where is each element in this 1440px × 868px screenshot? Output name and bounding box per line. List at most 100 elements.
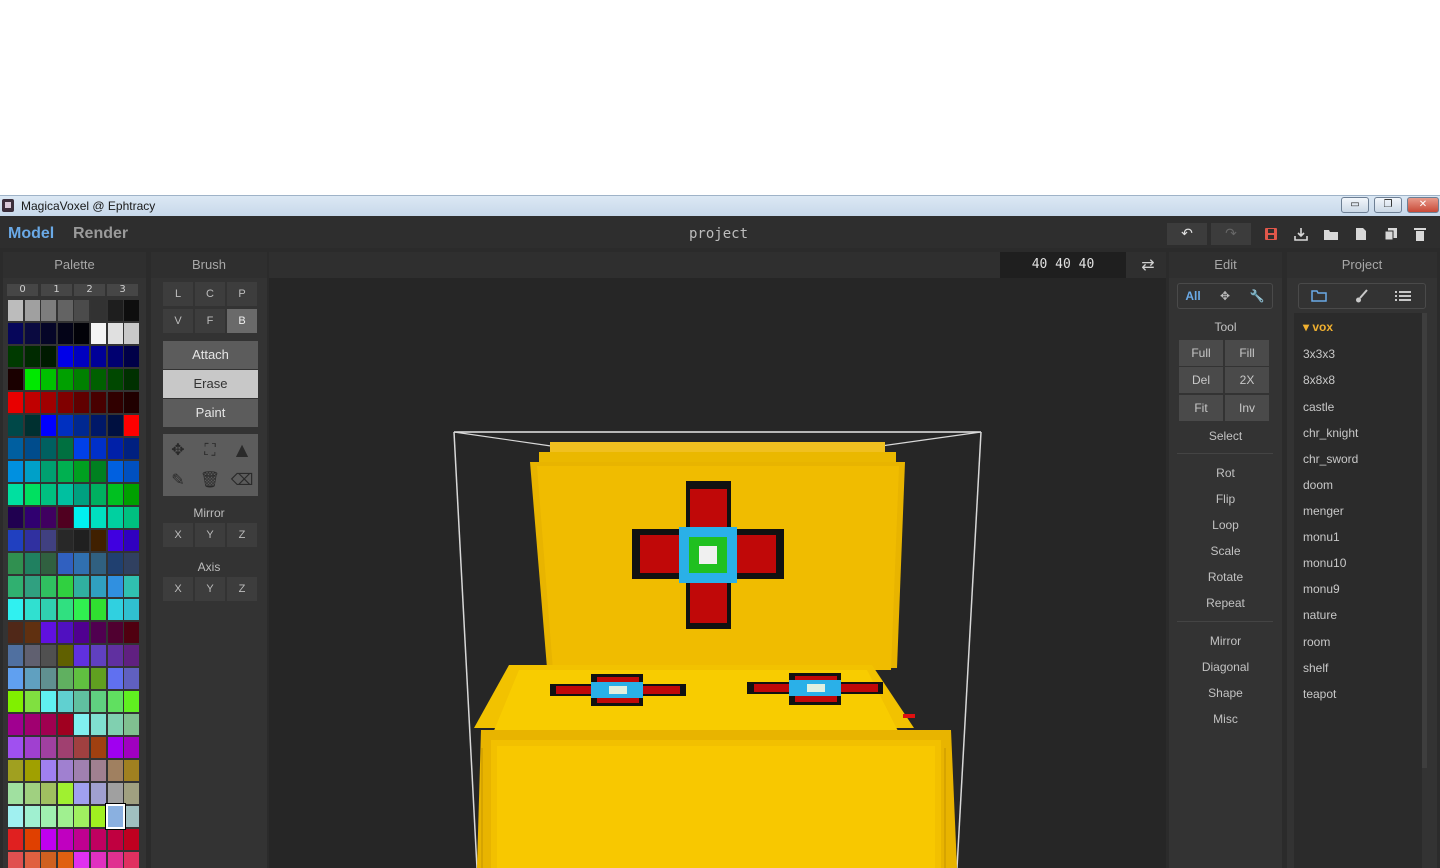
palette-swatch[interactable] — [124, 783, 140, 804]
palette-swatch[interactable] — [8, 484, 23, 505]
undo-button[interactable]: ↶ — [1167, 223, 1207, 245]
palette-swatch[interactable] — [41, 829, 57, 850]
palette-swatch[interactable] — [91, 323, 106, 344]
palette-swatch[interactable] — [91, 852, 106, 868]
palette-swatch[interactable] — [91, 507, 106, 528]
palette-swatch[interactable] — [124, 829, 140, 850]
wrench-icon[interactable]: 🔧 — [1243, 284, 1271, 308]
palette-swatch[interactable] — [41, 507, 57, 528]
palette-swatch[interactable] — [8, 737, 23, 758]
palette-swatch[interactable] — [8, 668, 23, 689]
palette-swatch[interactable] — [107, 737, 123, 758]
palette-swatch[interactable] — [91, 645, 106, 666]
minimize-button[interactable]: ▭ — [1341, 197, 1369, 213]
palette-swatch[interactable] — [74, 599, 90, 620]
eyedropper-icon[interactable]: ✎ — [163, 466, 193, 494]
palette-swatch[interactable] — [74, 576, 90, 597]
palette-swatch[interactable] — [107, 484, 123, 505]
palette-swatch[interactable] — [91, 553, 106, 574]
palette-swatch[interactable] — [107, 392, 123, 413]
palette-swatch[interactable] — [24, 369, 40, 390]
palette-swatch[interactable] — [124, 461, 140, 482]
attach-button[interactable]: Attach — [163, 341, 258, 369]
palette-swatch[interactable] — [74, 300, 90, 321]
palette-swatch[interactable] — [57, 392, 73, 413]
palette-swatch[interactable] — [57, 507, 73, 528]
tool-del[interactable]: Del — [1179, 367, 1223, 393]
select-box-icon[interactable]: ⛶ — [195, 436, 225, 464]
palette-swatch[interactable] — [124, 668, 140, 689]
palette-swatch[interactable] — [8, 553, 23, 574]
palette-swatch[interactable] — [24, 691, 40, 712]
palette-swatch[interactable] — [8, 783, 23, 804]
palette-swatch[interactable] — [91, 438, 106, 459]
palette-swatch[interactable] — [41, 737, 57, 758]
palette-swatch[interactable] — [41, 392, 57, 413]
palette-swatch[interactable] — [41, 783, 57, 804]
move-icon[interactable]: ✥ — [163, 436, 193, 464]
palette-swatch[interactable] — [74, 507, 90, 528]
palette-swatch[interactable] — [74, 691, 90, 712]
palette-swatch[interactable] — [41, 760, 57, 781]
tab-model[interactable]: Model — [8, 225, 54, 243]
palette-swatch[interactable] — [57, 576, 73, 597]
palette-swatch[interactable] — [8, 806, 23, 827]
palette-swatch[interactable] — [74, 415, 90, 436]
palette-swatch[interactable] — [74, 668, 90, 689]
palette-swatch[interactable] — [91, 392, 106, 413]
palette-swatch[interactable] — [41, 300, 57, 321]
palette-swatch[interactable] — [41, 530, 57, 551]
erase-button[interactable]: Erase — [163, 370, 258, 398]
palette-swatch[interactable] — [8, 438, 23, 459]
palette-swatch[interactable] — [57, 369, 73, 390]
palette-swatch[interactable] — [74, 760, 90, 781]
palette-swatch[interactable] — [41, 576, 57, 597]
folder-icon[interactable] — [1303, 284, 1335, 308]
palette-swatch[interactable] — [74, 783, 90, 804]
palette-swatch[interactable] — [107, 300, 123, 321]
palette-swatch[interactable] — [8, 300, 23, 321]
selected-swatch[interactable] — [105, 804, 125, 829]
palette-swatch[interactable] — [24, 668, 40, 689]
palette-swatch[interactable] — [57, 760, 73, 781]
list-item[interactable]: chr_sword — [1303, 452, 1358, 466]
palette-swatch[interactable] — [57, 737, 73, 758]
transform-loop[interactable]: Loop — [1169, 518, 1282, 532]
palette-swatch[interactable] — [74, 461, 90, 482]
palette-swatch[interactable] — [8, 714, 23, 735]
palette-swatch[interactable] — [41, 645, 57, 666]
palette-swatch[interactable] — [24, 415, 40, 436]
edit-mirror[interactable]: Mirror — [1169, 634, 1282, 648]
swap-icon[interactable]: ⇄ — [1133, 252, 1163, 278]
palette-swatch[interactable] — [107, 714, 123, 735]
palette-swatch[interactable] — [91, 783, 106, 804]
palette-swatch[interactable] — [24, 829, 40, 850]
palette-swatch[interactable] — [57, 806, 73, 827]
palette-swatch[interactable] — [91, 714, 106, 735]
export-icon[interactable] — [1289, 223, 1313, 245]
scope-expand-icon[interactable]: ✥ — [1211, 284, 1239, 308]
palette-swatch[interactable] — [107, 760, 123, 781]
palette-swatch[interactable] — [74, 346, 90, 367]
folder-vox[interactable]: ▾ vox — [1303, 320, 1333, 334]
3d-viewport[interactable] — [269, 278, 1166, 868]
palette-page-0[interactable]: 0 — [7, 284, 38, 296]
palette-swatch[interactable] — [24, 323, 40, 344]
palette-swatch[interactable] — [107, 415, 123, 436]
palette-swatch[interactable] — [41, 852, 57, 868]
palette-swatch[interactable] — [107, 622, 123, 643]
palette-swatch[interactable] — [124, 553, 140, 574]
list-item[interactable]: teapot — [1303, 687, 1336, 701]
list-item[interactable]: doom — [1303, 478, 1333, 492]
palette-swatch[interactable] — [24, 553, 40, 574]
palette-swatch[interactable] — [8, 415, 23, 436]
palette-swatch[interactable] — [74, 530, 90, 551]
palette-swatch[interactable] — [91, 599, 106, 620]
palette-swatch[interactable] — [8, 645, 23, 666]
palette-swatch[interactable] — [124, 415, 140, 436]
close-button[interactable]: ✕ — [1407, 197, 1439, 213]
palette-swatch[interactable] — [41, 415, 57, 436]
palette-swatch[interactable] — [57, 415, 73, 436]
palette-swatch[interactable] — [91, 691, 106, 712]
duplicate-icon[interactable] — [1379, 223, 1403, 245]
